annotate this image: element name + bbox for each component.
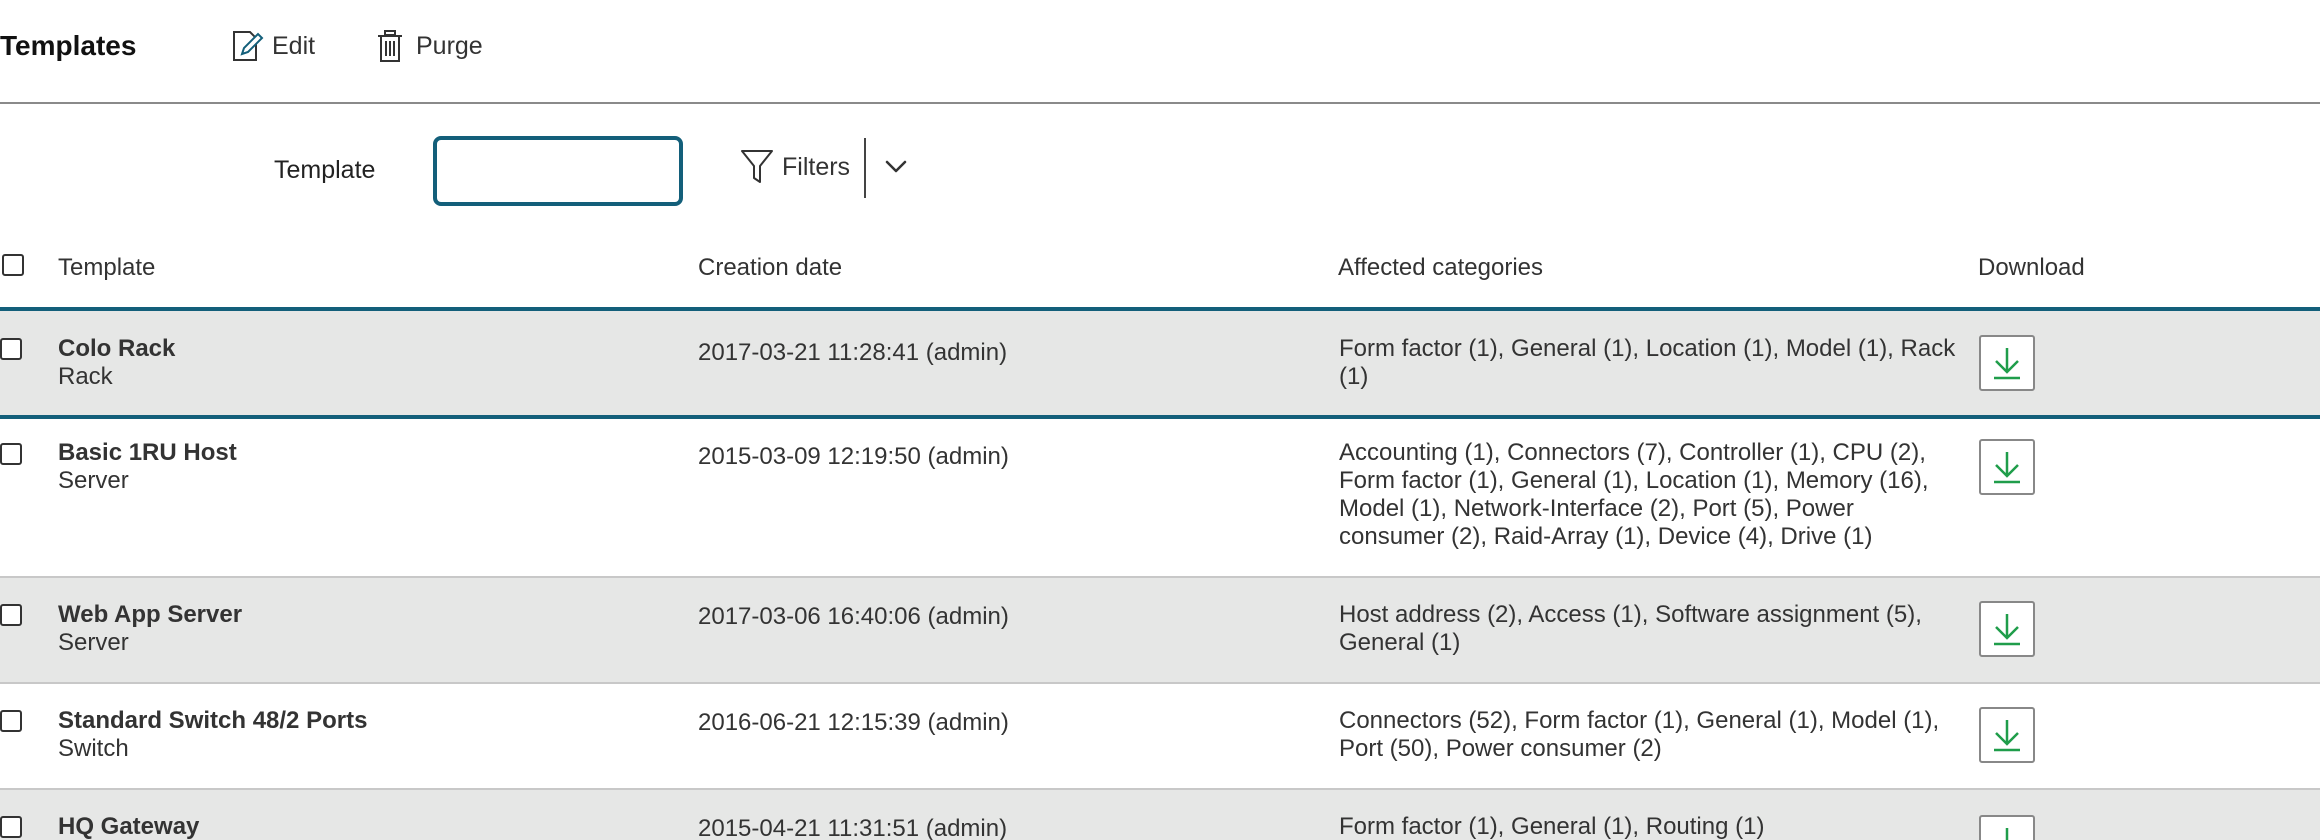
trash-icon xyxy=(372,28,408,64)
table-row[interactable]: Web App Server Server 2017-03-06 16:40:0… xyxy=(0,578,2320,684)
row-checkbox[interactable] xyxy=(0,338,22,360)
template-cell: Colo Rack Rack xyxy=(58,335,175,391)
template-name[interactable]: Standard Switch 48/2 Ports xyxy=(58,707,367,735)
affected-categories: Form factor (1), General (1), Location (… xyxy=(1339,335,1956,390)
header-affected-categories[interactable]: Affected categories xyxy=(1338,254,1543,282)
download-button[interactable] xyxy=(1979,335,2035,391)
filter-divider xyxy=(864,138,866,198)
affected-categories: Host address (2), Access (1), Software a… xyxy=(1339,601,1922,656)
edit-icon xyxy=(228,28,264,64)
download-button[interactable] xyxy=(1979,707,2035,763)
creation-date: 2017-03-06 16:40:06 (admin) xyxy=(698,603,1009,630)
toolbar: Templates Edit Purge xyxy=(0,0,2320,104)
creation-date: 2016-06-21 12:15:39 (admin) xyxy=(698,709,1009,736)
purge-button[interactable]: Purge xyxy=(372,26,483,66)
creation-date: 2015-04-21 11:31:51 (admin) xyxy=(698,815,1008,840)
table-row[interactable]: HQ Gateway 2015-04-21 11:31:51 (admin) F… xyxy=(0,790,2320,840)
affected-categories: Accounting (1), Connectors (7), Controll… xyxy=(1339,439,1929,550)
funnel-icon xyxy=(740,148,774,186)
download-icon xyxy=(1994,452,2020,484)
template-type: Server xyxy=(58,467,129,494)
template-name[interactable]: Basic 1RU Host xyxy=(58,439,237,467)
template-cell: Basic 1RU Host Server xyxy=(58,439,237,495)
page-title: Templates xyxy=(0,30,137,61)
row-checkbox[interactable] xyxy=(0,443,22,465)
template-type: Switch xyxy=(58,735,129,762)
header-creation-date[interactable]: Creation date xyxy=(698,254,842,282)
download-button[interactable] xyxy=(1979,815,2035,840)
download-icon xyxy=(2005,828,2009,840)
template-type: Server xyxy=(58,629,129,656)
table-row[interactable]: Standard Switch 48/2 Ports Switch 2016-0… xyxy=(0,684,2320,790)
table-row[interactable]: Basic 1RU Host Server 2015-03-09 12:19:5… xyxy=(0,419,2320,578)
select-all-checkbox[interactable] xyxy=(2,254,24,276)
download-icon xyxy=(1994,614,2020,646)
template-filter-label: Template xyxy=(274,156,376,184)
filters-button[interactable]: Filters xyxy=(740,146,850,188)
header-template[interactable]: Template xyxy=(58,254,155,282)
row-checkbox[interactable] xyxy=(0,604,22,626)
creation-date: 2015-03-09 12:19:50 (admin) xyxy=(698,443,1009,470)
template-cell: Web App Server Server xyxy=(58,601,242,657)
chevron-down-icon[interactable] xyxy=(880,150,912,182)
template-name[interactable]: Colo Rack xyxy=(58,335,175,363)
table-row[interactable]: Colo Rack Rack 2017-03-21 11:28:41 (admi… xyxy=(0,307,2320,419)
row-checkbox[interactable] xyxy=(0,710,22,732)
table-header: Template Creation date Affected categori… xyxy=(0,236,2320,308)
download-button[interactable] xyxy=(1979,439,2035,495)
template-cell: HQ Gateway xyxy=(58,813,199,840)
template-filter-input[interactable] xyxy=(433,136,683,206)
download-icon xyxy=(1994,720,2020,752)
creation-date: 2017-03-21 11:28:41 (admin) xyxy=(698,339,1008,366)
edit-button[interactable]: Edit xyxy=(228,26,315,66)
template-name[interactable]: Web App Server xyxy=(58,601,242,629)
edit-label: Edit xyxy=(272,31,316,60)
row-checkbox[interactable] xyxy=(0,816,22,838)
download-button[interactable] xyxy=(1979,601,2035,657)
filters-label: Filters xyxy=(782,152,851,181)
download-icon xyxy=(1994,348,2020,380)
purge-label: Purge xyxy=(416,31,483,60)
template-type: Rack xyxy=(58,363,113,390)
template-name[interactable]: HQ Gateway xyxy=(58,813,199,840)
affected-categories: Form factor (1), General (1), Routing (1… xyxy=(1339,813,1765,840)
header-download: Download xyxy=(1978,254,2085,281)
template-cell: Standard Switch 48/2 Ports Switch xyxy=(58,707,367,763)
affected-categories: Connectors (52), Form factor (1), Genera… xyxy=(1339,707,1940,762)
